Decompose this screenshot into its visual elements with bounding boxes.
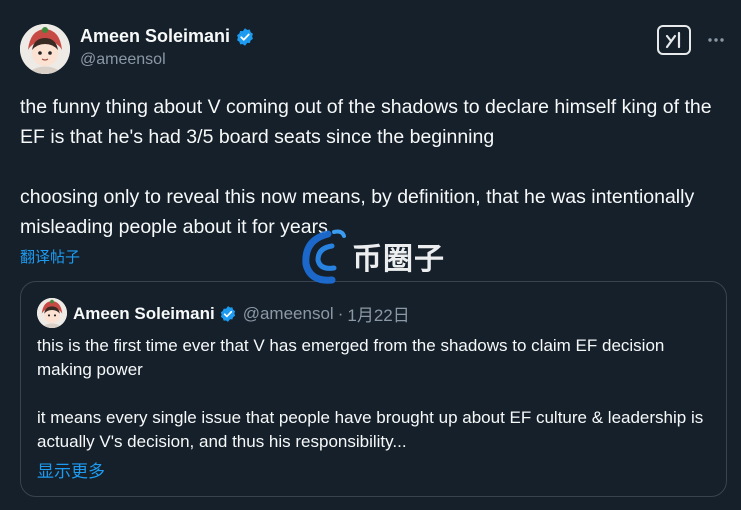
quoted-post[interactable]: Ameen Soleimani @ameensol · 1月22日 this i… (20, 281, 727, 497)
post-text: the funny thing about V coming out of th… (20, 92, 720, 242)
grok-icon[interactable] (657, 25, 691, 55)
author-display-name[interactable]: Ameen Soleimani (80, 26, 230, 47)
show-more-link[interactable]: 显示更多 (37, 457, 105, 482)
watermark-logo-icon (302, 229, 346, 284)
watermark-text: 币圈子 (352, 242, 445, 277)
translate-post-link[interactable]: 翻译帖子 (20, 246, 80, 267)
quoted-date: 1月22日 (347, 306, 410, 325)
quoted-paragraph: this is the first time ever that V has e… (37, 336, 665, 379)
author-handle[interactable]: @ameensol (80, 51, 166, 69)
quoted-paragraph: it means every single issue that people … (37, 408, 704, 451)
post-paragraph: the funny thing about V coming out of th… (20, 96, 712, 148)
verified-badge-icon[interactable] (235, 27, 255, 47)
quoted-separator: · (337, 303, 344, 323)
verified-badge-icon (219, 305, 237, 323)
author-avatar[interactable] (20, 24, 70, 74)
author-name-row: Ameen Soleimani (80, 26, 255, 47)
more-dots-icon[interactable] (706, 30, 726, 50)
quoted-author-handle: @ameensol (242, 303, 334, 323)
quoted-header: Ameen Soleimani @ameensol · 1月22日 (73, 301, 410, 326)
quoted-author-avatar (37, 298, 67, 328)
quoted-author-name: Ameen Soleimani (73, 303, 215, 323)
post: Ameen Soleimani @ameensol the funny thin… (0, 0, 741, 510)
quoted-text: this is the first time ever that V has e… (37, 334, 707, 454)
watermark: 币圈子 (298, 226, 448, 286)
